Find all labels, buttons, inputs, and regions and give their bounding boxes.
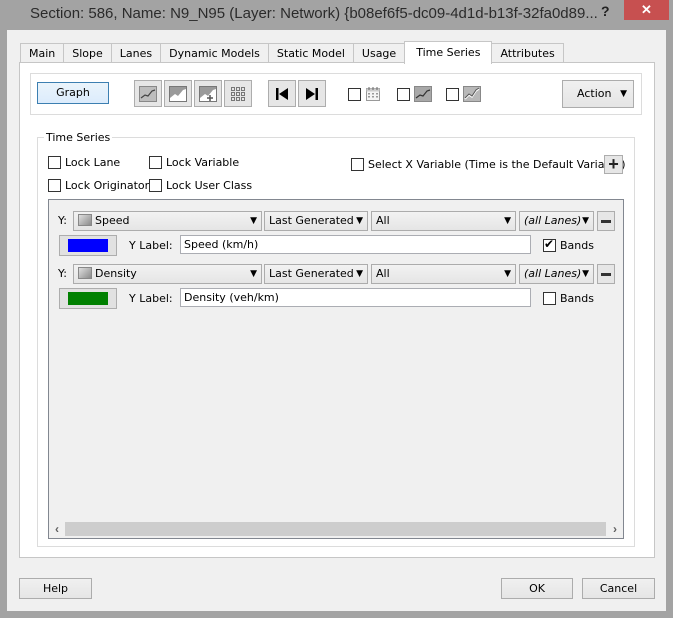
ok-button[interactable]: OK [501,578,573,599]
chevron-down-icon: ▼ [504,269,511,279]
series-lanes-select[interactable]: (all Lanes) ▼ [519,264,594,284]
remove-series-button[interactable] [597,264,615,284]
action-label: Action [577,87,612,100]
calendar-toggle-checkbox[interactable] [348,88,361,101]
window-title: Section: 586, Name: N9_N95 (Layer: Netwo… [30,5,598,22]
lock-originator-label: Lock Originator [65,179,150,192]
bands-label: Bands [560,292,594,305]
chevron-down-icon: ▼ [582,216,589,226]
scrollbar-thumb[interactable] [65,522,606,536]
lock-lane-checkbox[interactable] [48,156,61,169]
select-x-variable-checkbox[interactable] [351,158,364,171]
chevron-down-icon: ▼ [250,216,257,226]
tab-time-series[interactable]: Time Series [404,41,493,64]
line-chart-icon [78,214,92,226]
help-button[interactable]: Help [19,578,92,599]
series-source-select[interactable]: Last Generated ▼ [264,264,368,284]
scroll-right-icon[interactable]: › [608,520,622,538]
grid-icon [231,86,245,101]
line-chart-icon [78,267,92,279]
series-lanes-value: (all Lanes) [524,267,582,280]
lock-user-class-label: Lock User Class [166,179,253,192]
lock-originator-checkbox[interactable] [48,179,61,192]
first-button[interactable] [268,80,296,107]
series-y-prefix: Y: [58,214,67,227]
lock-lane-label: Lock Lane [65,156,121,169]
color-swatch [68,239,108,252]
select-x-variable-label: Select X Variable (Time is the Default V… [368,158,626,171]
y-label-input[interactable]: Density (veh/km) [180,288,531,307]
series-scope-select[interactable]: All ▼ [371,264,516,284]
action-dropdown-button[interactable]: Action ▼ [562,80,634,108]
series-lanes-select[interactable]: (all Lanes) ▼ [519,211,594,231]
help-icon[interactable]: ? [601,3,610,19]
line-chart-icon [139,85,157,102]
lock-user-class-checkbox[interactable] [149,179,162,192]
grid-button[interactable] [224,80,252,107]
series-source-value: Last Generated [269,267,354,280]
tab-main[interactable]: Main [20,43,65,63]
series-variable-select[interactable]: Speed ▼ [73,211,262,231]
tab-dynamic-models[interactable]: Dynamic Models [160,43,269,63]
series-source-select[interactable]: Last Generated ▼ [264,211,368,231]
line-chart-button[interactable] [134,80,162,107]
plus-icon: + [608,154,619,174]
bands-checkbox[interactable] [543,292,556,305]
series-scope-select[interactable]: All ▼ [371,211,516,231]
last-icon [306,87,318,100]
first-icon [276,87,288,100]
tab-attributes[interactable]: Attributes [491,43,564,63]
series-scope-value: All [376,214,390,227]
series-variable-value: Speed [95,214,130,227]
series-y-prefix: Y: [58,267,67,280]
scroll-left-icon[interactable]: ‹ [50,520,64,538]
y-label-caption: Y Label: [129,239,173,252]
tab-slope[interactable]: Slope [63,43,112,63]
y-label-caption: Y Label: [129,292,173,305]
series-source-value: Last Generated [269,214,354,227]
add-series-button[interactable]: + [604,155,623,174]
horizontal-scrollbar[interactable]: ‹ › [49,520,623,538]
toolbar [30,73,642,115]
calendar-icon [366,87,380,101]
series-color-button[interactable] [59,288,117,309]
area-chart-icon [169,85,187,102]
close-button[interactable]: ✕ [624,0,669,20]
chevron-down-icon: ▼ [582,269,589,279]
graph-button[interactable]: Graph [37,82,109,104]
line-chart-icon [414,86,432,102]
chevron-down-icon: ▼ [504,216,511,226]
series-color-button[interactable] [59,235,117,256]
line-chart-color-toggle-checkbox[interactable] [446,88,459,101]
series-scope-value: All [376,267,390,280]
remove-series-button[interactable] [597,211,615,231]
cancel-button[interactable]: Cancel [582,578,655,599]
bands-label: Bands [560,239,594,252]
line-chart-color-icon [463,86,481,102]
tab-bar: Main Slope Lanes Dynamic Models Static M… [20,41,564,64]
bands-checkbox[interactable] [543,237,556,252]
last-button[interactable] [298,80,326,107]
tab-lanes[interactable]: Lanes [110,43,162,63]
series-lanes-value: (all Lanes) [524,214,582,227]
chevron-down-icon: ▼ [250,269,257,279]
series-variable-select[interactable]: Density ▼ [73,264,262,284]
lock-variable-checkbox[interactable] [149,156,162,169]
chevron-down-icon: ▼ [356,216,363,226]
time-series-group-title: Time Series [44,131,113,144]
tab-usage[interactable]: Usage [352,43,406,63]
lock-variable-label: Lock Variable [166,156,240,169]
y-label-input[interactable]: Speed (km/h) [180,235,531,254]
tab-static-model[interactable]: Static Model [267,43,354,63]
line-chart-toggle-checkbox[interactable] [397,88,410,101]
title-bar: Section: 586, Name: N9_N95 (Layer: Netwo… [0,0,673,28]
color-swatch [68,292,108,305]
chevron-down-icon: ▼ [356,269,363,279]
area-chart-button[interactable] [164,80,192,107]
chevron-down-icon: ▼ [620,89,627,99]
area-chart-add-icon [199,85,217,102]
series-variable-value: Density [95,267,137,280]
area-chart-add-button[interactable] [194,80,222,107]
